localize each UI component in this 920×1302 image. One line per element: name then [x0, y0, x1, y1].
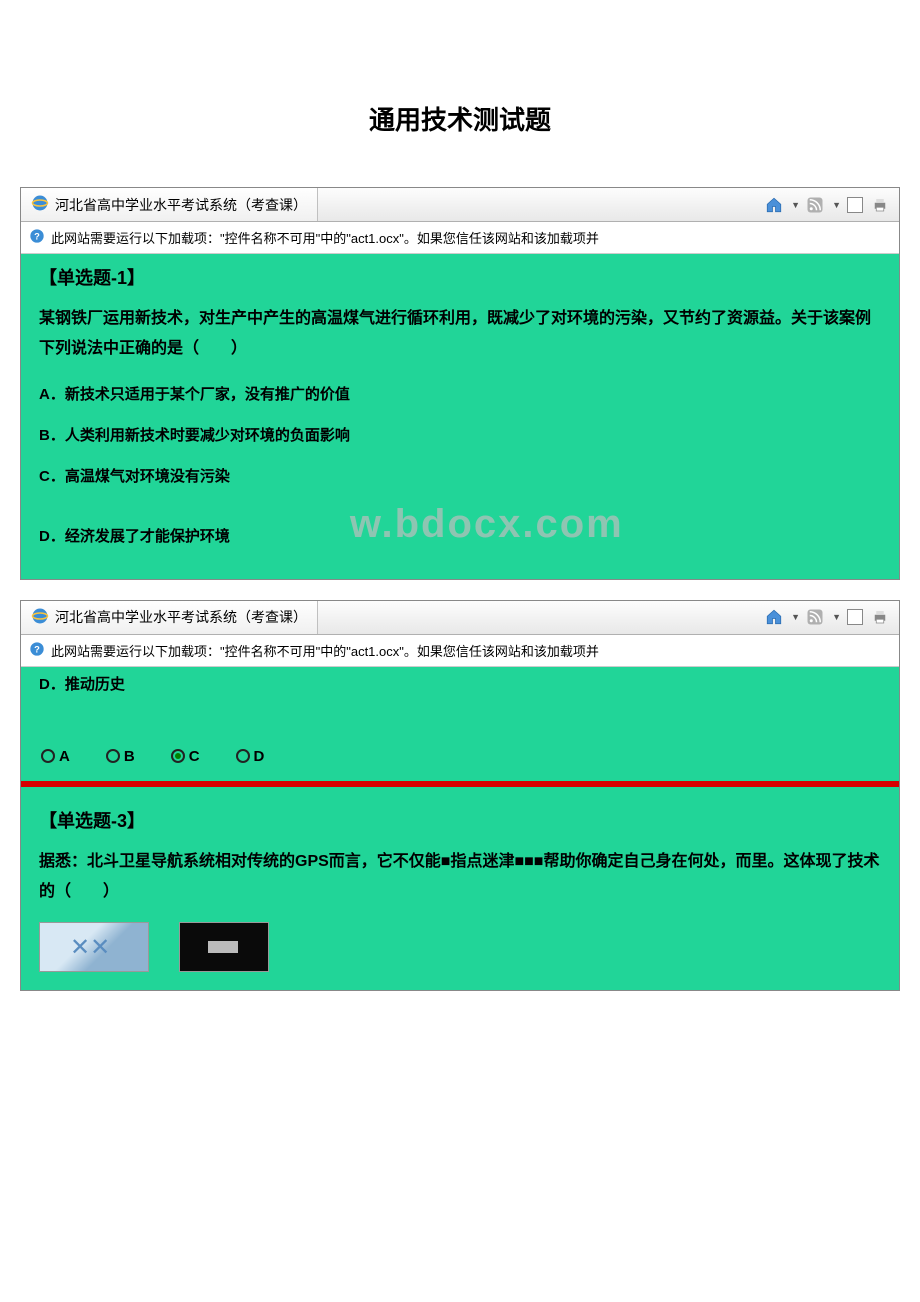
question-1-option-c: C．高温煤气对环境没有污染 [21, 455, 899, 496]
chevron-down-icon[interactable]: ▼ [791, 200, 800, 210]
info-icon: ? [29, 641, 45, 660]
page-icon[interactable] [845, 607, 865, 627]
info-bar-text: 此网站需要运行以下加载项："控件名称不可用"中的"act1.ocx"。如果您信任… [51, 228, 599, 247]
question-1-text: 某钢铁厂运用新技术，对生产中产生的高温煤气进行循环利用，既减少了对环境的污染，又… [21, 304, 899, 373]
page-icon[interactable] [845, 195, 865, 215]
ie-icon [31, 607, 49, 628]
question-area-2: D．推动历史 A B C D 【单选题-3】 据悉：北斗卫星导航系统相对传统的G… [21, 667, 899, 990]
tab-title: 河北省高中学业水平考试系统（考查课） [55, 195, 307, 215]
prev-question-option-d: D．推动历史 [21, 667, 899, 734]
question-image-1 [39, 922, 149, 972]
svg-text:?: ? [34, 644, 40, 654]
print-icon[interactable] [869, 194, 891, 216]
toolbar-icons: ▼ ▼ [755, 606, 899, 628]
question-1-option-a: A．新技术只适用于某个厂家，没有推广的价值 [21, 373, 899, 414]
question-1-option-b: B．人类利用新技术时要减少对环境的负面影响 [21, 414, 899, 455]
radio-c[interactable]: C [171, 748, 200, 765]
home-icon[interactable] [763, 194, 785, 216]
radio-circle-icon [236, 749, 250, 763]
radio-a-label: A [59, 748, 70, 765]
chevron-down-icon[interactable]: ▼ [832, 200, 841, 210]
feed-icon[interactable] [804, 194, 826, 216]
chevron-down-icon[interactable]: ▼ [791, 612, 800, 622]
screenshot-1: 河北省高中学业水平考试系统（考查课） ▼ ▼ ? 此网站需要运行以下加载项："控… [20, 187, 900, 580]
radio-d-label: D [254, 748, 265, 765]
radio-circle-icon [106, 749, 120, 763]
print-icon[interactable] [869, 606, 891, 628]
info-bar[interactable]: ? 此网站需要运行以下加载项："控件名称不可用"中的"act1.ocx"。如果您… [21, 635, 899, 667]
question-3-header: 【单选题-3】 [21, 797, 899, 847]
screenshot-2: 河北省高中学业水平考试系统（考查课） ▼ ▼ ? 此网站需要运行以下加载项："控… [20, 600, 900, 991]
radio-answer-row: A B C D [21, 734, 899, 781]
radio-d[interactable]: D [236, 748, 265, 765]
watermark-text: w.bdocx.com [350, 502, 624, 547]
radio-a[interactable]: A [41, 748, 70, 765]
browser-tab-bar: 河北省高中学业水平考试系统（考查课） ▼ ▼ [21, 188, 899, 222]
info-bar[interactable]: ? 此网站需要运行以下加载项："控件名称不可用"中的"act1.ocx"。如果您… [21, 222, 899, 254]
radio-b-label: B [124, 748, 135, 765]
radio-b[interactable]: B [106, 748, 135, 765]
question-1-header: 【单选题-1】 [21, 254, 899, 304]
chevron-down-icon[interactable]: ▼ [832, 612, 841, 622]
question-1-option-d: D．经济发展了才能保护环境 w.bdocx.com [21, 496, 899, 561]
radio-c-label: C [189, 748, 200, 765]
question-3-text: 据悉：北斗卫星导航系统相对传统的GPS而言，它不仅能■指点迷津■■■帮助你确定自… [21, 847, 899, 916]
option-d-text: D．经济发展了才能保护环境 [39, 528, 230, 545]
browser-tab-bar: 河北省高中学业水平考试系统（考查课） ▼ ▼ [21, 601, 899, 635]
feed-icon[interactable] [804, 606, 826, 628]
radio-circle-icon [41, 749, 55, 763]
radio-circle-selected-icon [171, 749, 185, 763]
home-icon[interactable] [763, 606, 785, 628]
page-title: 通用技术测试题 [0, 100, 920, 137]
info-bar-text: 此网站需要运行以下加载项："控件名称不可用"中的"act1.ocx"。如果您信任… [51, 641, 599, 660]
question-area-1: 【单选题-1】 某钢铁厂运用新技术，对生产中产生的高温煤气进行循环利用，既减少了… [21, 254, 899, 579]
red-divider [21, 781, 899, 787]
ie-icon [31, 194, 49, 215]
question-image-2 [179, 922, 269, 972]
tab-title: 河北省高中学业水平考试系统（考查课） [55, 607, 307, 627]
toolbar-icons: ▼ ▼ [755, 194, 899, 216]
svg-text:?: ? [34, 231, 40, 241]
browser-tab[interactable]: 河北省高中学业水平考试系统（考查课） [21, 188, 318, 221]
info-icon: ? [29, 228, 45, 247]
question-images [21, 916, 899, 972]
browser-tab[interactable]: 河北省高中学业水平考试系统（考查课） [21, 601, 318, 634]
